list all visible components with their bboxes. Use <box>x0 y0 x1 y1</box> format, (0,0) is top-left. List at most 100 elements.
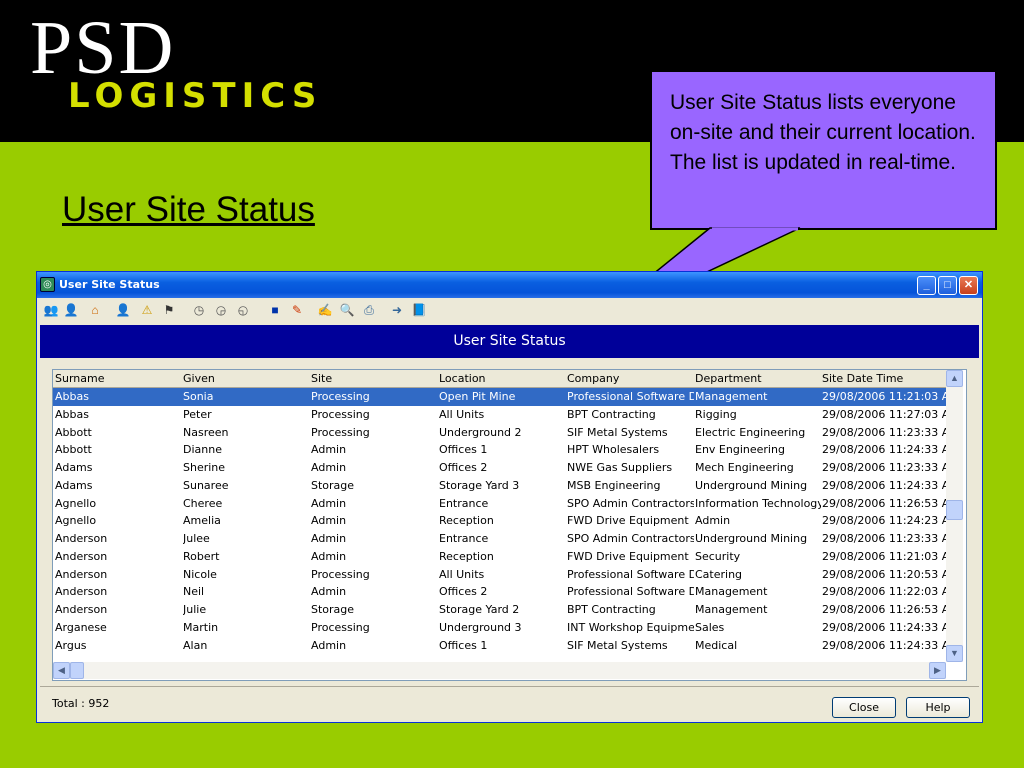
table-cell: Env Engineering <box>695 443 785 457</box>
table-cell: 29/08/2006 11:24:33 AM <box>822 443 946 457</box>
table-cell: Storage Yard 3 <box>439 478 520 492</box>
clock-add-icon[interactable]: ◷ <box>191 302 207 318</box>
table-row[interactable]: Adams Sherine Admin Offices 2 NWE Gas Suppli… <box>53 459 946 477</box>
table-cell: Argus <box>55 638 87 652</box>
table-cell: Management <box>695 585 768 599</box>
table-cell: Neil <box>183 585 205 599</box>
maximize-button[interactable]: □ <box>938 276 957 295</box>
table-cell: Dianne <box>183 443 222 457</box>
table-cell: Professional Software D <box>567 390 694 403</box>
table-cell: HPT Wholesalers <box>567 443 660 457</box>
column-header[interactable]: Given <box>183 370 309 388</box>
table-row[interactable]: Adams Sunaree Storage Storage Yard 3 MSB Eng… <box>53 477 946 495</box>
home-icon[interactable]: ⌂ <box>87 302 103 318</box>
table-cell: Admin <box>311 461 347 474</box>
blue-square-icon[interactable]: ■ <box>267 302 283 318</box>
table-row[interactable]: Anderson Julie Storage Storage Yard 2 BPT Co… <box>53 601 946 619</box>
table-cell: Management <box>695 603 768 616</box>
table-cell: Robert <box>183 549 220 563</box>
table-cell: Admin <box>311 549 347 563</box>
minimize-button[interactable]: _ <box>917 276 936 295</box>
table-cell: 29/08/2006 11:21:03 AM <box>822 390 946 403</box>
table-cell: Anderson <box>55 567 108 581</box>
table-cell: All Units <box>439 567 485 581</box>
book-icon[interactable]: 📘 <box>411 302 427 318</box>
table-cell: Peter <box>183 407 212 421</box>
help-button[interactable]: Help <box>906 697 970 718</box>
table-cell: Abbas <box>55 407 89 421</box>
warning-icon[interactable]: ⚠ <box>139 302 155 318</box>
column-header[interactable]: Site Date Time <box>822 370 946 388</box>
table-cell: Sherine <box>183 461 226 474</box>
table-cell: Adams <box>55 478 93 492</box>
table-row[interactable]: Agnello Amelia Admin Reception FWD Drive Equ… <box>53 512 946 530</box>
column-header[interactable]: Department <box>695 370 821 388</box>
table-cell: Julie <box>183 603 207 616</box>
table-row[interactable]: Anderson Robert Admin Reception FWD Drive Eq… <box>53 548 946 566</box>
scroll-up-icon[interactable]: ▲ <box>946 370 963 387</box>
table-cell: 29/08/2006 11:23:33 AM <box>822 461 946 474</box>
table-row[interactable]: Abbott Nasreen Processing Underground 2 SIF … <box>53 424 946 442</box>
window-titlebar[interactable]: ◎ User Site Status _ □ ✕ <box>37 272 982 298</box>
user-status-table[interactable]: Surname Given Site Location Company Depa… <box>52 369 967 681</box>
scroll-thumb[interactable] <box>946 500 963 520</box>
table-row[interactable]: Anderson Julee Admin Entrance SPO Admin Cont… <box>53 530 946 548</box>
table-cell: SPO Admin Contractors <box>567 532 694 545</box>
table-cell: Abbott <box>55 425 92 439</box>
table-cell: Open Pit Mine <box>439 390 516 403</box>
table-cell: Storage Yard 2 <box>439 603 520 616</box>
table-cell: 29/08/2006 11:24:23 AM <box>822 514 946 528</box>
exit-icon[interactable]: ➜ <box>389 302 405 318</box>
table-cell: Professional Software D <box>567 567 694 581</box>
user-down-icon[interactable]: 👤 <box>115 302 131 318</box>
column-header[interactable]: Company <box>567 370 694 388</box>
scroll-right-icon[interactable]: ▶ <box>929 662 946 679</box>
table-cell: Entrance <box>439 532 489 545</box>
table-cell: 29/08/2006 11:21:03 AM <box>822 549 946 563</box>
table-cell: Management <box>695 390 768 403</box>
table-row[interactable]: Anderson Neil Admin Offices 2 Professional S… <box>53 583 946 601</box>
close-window-button[interactable]: ✕ <box>959 276 978 295</box>
horizontal-scrollbar[interactable]: ◀ ▶ <box>53 662 946 679</box>
edit-icon[interactable]: ✍ <box>317 302 333 318</box>
column-header[interactable]: Location <box>439 370 565 388</box>
column-header[interactable]: Surname <box>55 370 181 388</box>
table-row[interactable]: Argus Alan Admin Offices 1 SIF Metal Systems… <box>53 637 946 655</box>
scroll-down-icon[interactable]: ▼ <box>946 645 963 662</box>
marker-icon[interactable]: ✎ <box>289 302 305 318</box>
column-header[interactable]: Site <box>311 370 437 388</box>
table-cell: Sonia <box>183 390 214 403</box>
table-cell: Underground 2 <box>439 425 522 439</box>
banner-title: User Site Status <box>40 325 979 358</box>
logo-psd: PSD <box>30 6 176 90</box>
clock-remove-icon[interactable]: ◵ <box>235 302 251 318</box>
clock-view-icon[interactable]: ◶ <box>213 302 229 318</box>
scroll-thumb[interactable] <box>70 662 84 679</box>
table-row[interactable]: Abbas Sonia Processing Open Pit Mine Profess… <box>53 388 946 406</box>
user-add-icon[interactable]: 👤 <box>63 302 79 318</box>
table-row[interactable]: Anderson Nicole Processing All Units Profess… <box>53 566 946 584</box>
print-icon[interactable]: ⎙ <box>361 302 377 318</box>
table-cell: Cheree <box>183 496 223 510</box>
table-cell: Abbott <box>55 443 92 457</box>
table-cell: Processing <box>311 407 370 421</box>
users-key-icon[interactable]: 👥 <box>43 302 59 318</box>
print-preview-icon[interactable]: 🔍 <box>339 302 355 318</box>
table-cell: SIF Metal Systems <box>567 638 668 652</box>
table-cell: Offices 1 <box>439 638 488 652</box>
table-cell: Underground 3 <box>439 620 522 634</box>
toolbar: 👥 👤 ⌂ 👤 ⚠ ⚑ ◷ ◶ ◵ ■ ✎ ✍ 🔍 ⎙ ➜ 📘 <box>41 300 981 322</box>
checkered-flag-icon[interactable]: ⚑ <box>161 302 177 318</box>
table-cell: Storage <box>311 603 355 616</box>
table-row[interactable]: Abbas Peter Processing All Units BPT Contrac… <box>53 406 946 424</box>
table-cell: Reception <box>439 549 494 563</box>
table-cell: Catering <box>695 567 743 581</box>
vertical-scrollbar[interactable]: ▲ ▼ <box>946 370 963 662</box>
table-cell: Sunaree <box>183 478 229 492</box>
close-button[interactable]: Close <box>832 697 896 718</box>
table-cell: FWD Drive Equipment <box>567 514 689 528</box>
table-row[interactable]: Abbott Dianne Admin Offices 1 HPT Wholesaler… <box>53 441 946 459</box>
scroll-left-icon[interactable]: ◀ <box>53 662 70 679</box>
table-row[interactable]: Agnello Cheree Admin Entrance SPO Admin Cont… <box>53 495 946 513</box>
table-row[interactable]: Arganese Martin Processing Underground 3 INT… <box>53 619 946 637</box>
